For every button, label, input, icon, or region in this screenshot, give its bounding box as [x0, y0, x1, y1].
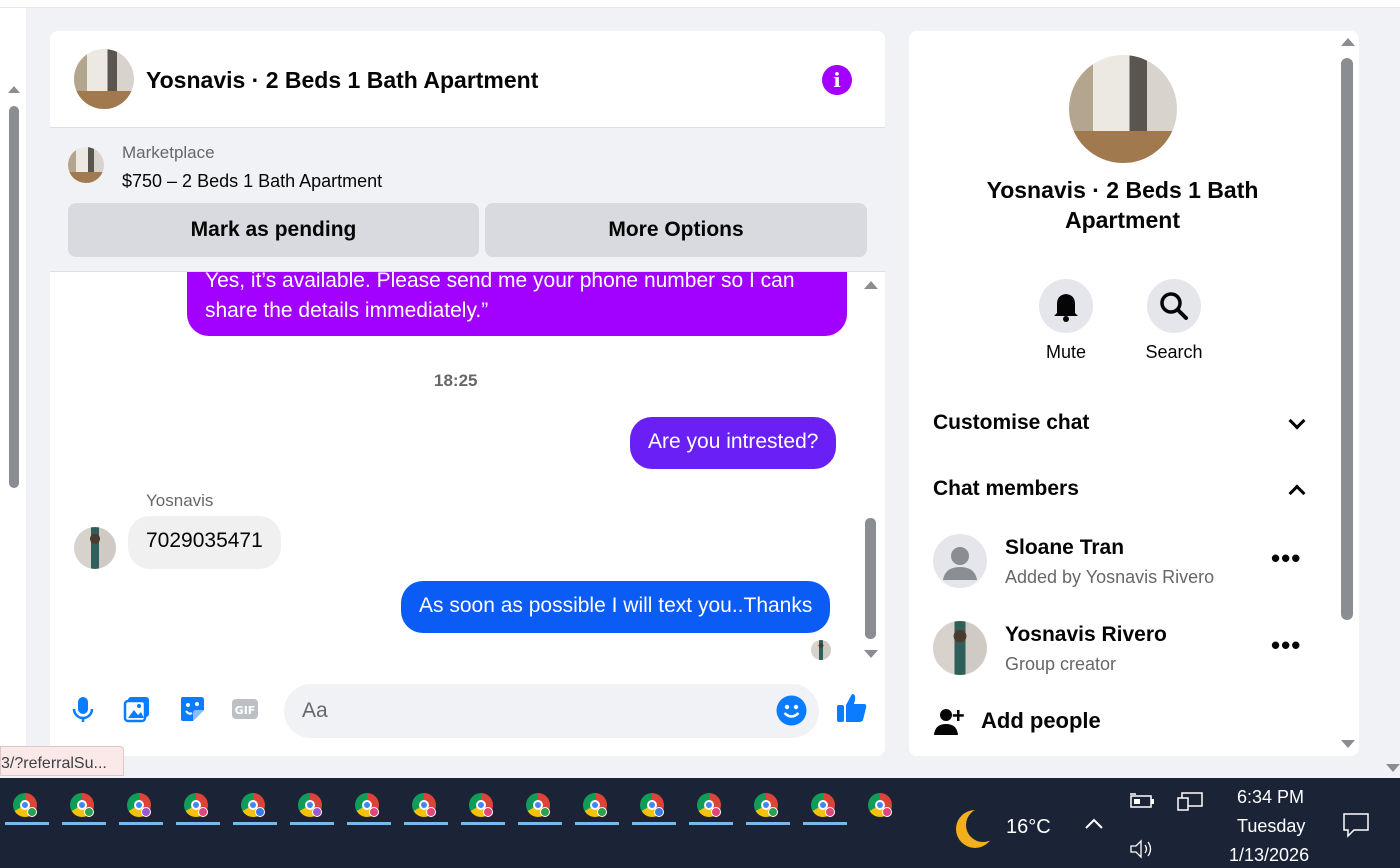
left-scrollbar-thumb[interactable] — [9, 106, 19, 488]
taskbar-chrome-window[interactable] — [119, 791, 163, 829]
taskbar-chrome-window[interactable] — [632, 791, 676, 829]
sticker-icon[interactable] — [177, 694, 207, 724]
taskbar-chrome-window[interactable] — [803, 791, 847, 829]
message-timestamp: 18:25 — [434, 371, 478, 390]
listing-price[interactable]: $750 – 2 Beds 1 Bath Apartment — [122, 171, 382, 192]
sender-avatar[interactable] — [74, 527, 116, 569]
member-name[interactable]: Sloane Tran — [1005, 536, 1124, 560]
taskbar-chrome-window[interactable] — [233, 791, 277, 829]
customise-chat-section[interactable]: Customise chat — [933, 411, 1089, 435]
details-title: Yosnavis · 2 Beds 1 Bath Apartment — [986, 177, 1259, 233]
side-scroll-down-arrow[interactable] — [1341, 740, 1355, 748]
clock-date[interactable]: 1/13/2026 — [1229, 845, 1309, 866]
member-name[interactable]: Yosnavis Rivero — [1005, 623, 1167, 647]
taskbar-chrome-window[interactable] — [575, 791, 619, 829]
messages-scroll-up-arrow[interactable] — [864, 281, 878, 289]
message-outgoing-3[interactable]: As soon as possible I will text you..Tha… — [401, 581, 831, 633]
microphone-icon[interactable] — [68, 694, 98, 724]
more-options-icon[interactable]: ••• — [1271, 630, 1301, 661]
weather-temperature[interactable]: 16°C — [1006, 816, 1051, 839]
default-avatar-icon — [933, 534, 987, 588]
sender-name: Yosnavis — [146, 491, 214, 510]
search-label: Search — [1145, 342, 1203, 362]
side-scrollbar-thumb[interactable] — [1341, 58, 1353, 620]
chat-title[interactable]: Yosnavis · 2 Beds 1 Bath Apartment — [146, 67, 538, 94]
chevron-up-icon[interactable] — [1288, 484, 1306, 502]
member-avatar — [933, 621, 987, 675]
network-icon[interactable] — [1176, 790, 1204, 812]
svg-text:GIF: GIF — [235, 704, 256, 717]
chevron-down-icon[interactable] — [1288, 412, 1306, 430]
top-strip — [0, 0, 1400, 8]
photo-icon[interactable] — [122, 694, 152, 724]
chat-window: Yosnavis · 2 Beds 1 Bath Apartment i Mar… — [50, 31, 885, 756]
listing-thumbnail[interactable] — [68, 147, 104, 183]
windows-taskbar: 16°C 6:34 PM Tuesday 1/13/2026 — [0, 778, 1400, 868]
message-incoming-1[interactable]: 7029035471 — [128, 516, 281, 569]
message-outgoing-2[interactable]: Are you intrested? — [630, 417, 837, 469]
chat-header: Yosnavis · 2 Beds 1 Bath Apartment i — [50, 31, 885, 128]
emoji-icon[interactable] — [776, 695, 807, 726]
taskbar-chrome-window[interactable] — [176, 791, 220, 829]
message-list: Yes, it’s available. Please send me your… — [50, 272, 885, 670]
side-scroll-up-arrow[interactable] — [1341, 38, 1355, 46]
mute-label: Mute — [1045, 342, 1087, 362]
taskbar-chrome-window[interactable] — [5, 791, 49, 829]
add-person-icon — [934, 709, 964, 735]
gif-icon[interactable]: GIF — [230, 694, 260, 724]
left-scroll-up-arrow[interactable] — [8, 86, 20, 93]
thumbs-up-icon[interactable] — [835, 691, 869, 725]
member-subtitle: Added by Yosnavis Rivero — [1005, 567, 1215, 587]
message-input[interactable]: Aa — [284, 684, 819, 738]
taskbar-chrome-window[interactable] — [404, 791, 448, 829]
clock-day[interactable]: Tuesday — [1237, 816, 1305, 837]
taskbar-chrome-window[interactable] — [746, 791, 790, 829]
bell-icon — [1054, 294, 1078, 322]
message-outgoing-1[interactable]: Yes, it’s available. Please send me your… — [187, 272, 847, 336]
notification-center-icon[interactable] — [1342, 812, 1370, 838]
messages-scrollbar-thumb[interactable] — [865, 518, 876, 639]
status-bar-url: 3/?referralSu... — [0, 746, 124, 776]
messages-scroll-down-arrow[interactable] — [864, 650, 878, 658]
chat-details-panel: Yosnavis · 2 Beds 1 Bath Apartment Mute … — [909, 31, 1359, 756]
battery-icon[interactable] — [1128, 790, 1156, 812]
chat-avatar[interactable] — [74, 49, 134, 109]
search-icon — [1160, 292, 1188, 320]
window-scroll-down-arrow[interactable] — [1386, 764, 1400, 772]
marketplace-label: Marketplace — [122, 143, 215, 162]
taskbar-chrome-window[interactable] — [347, 791, 391, 829]
chevron-up-icon[interactable] — [1084, 816, 1104, 830]
marketplace-banner: Marketplace $750 – 2 Beds 1 Bath Apartme… — [50, 128, 885, 272]
mark-as-pending-button[interactable]: Mark as pending — [68, 203, 479, 257]
more-options-button[interactable]: More Options — [485, 203, 867, 257]
taskbar-chrome-window[interactable] — [461, 791, 505, 829]
search-button[interactable] — [1147, 279, 1201, 333]
taskbar-chrome-window[interactable] — [689, 791, 733, 829]
taskbar-chrome-window[interactable] — [290, 791, 334, 829]
member-subtitle: Group creator — [1005, 654, 1117, 674]
group-avatar[interactable] — [1069, 55, 1177, 163]
more-options-icon[interactable]: ••• — [1271, 543, 1301, 574]
weather-moon-icon[interactable] — [966, 808, 1000, 842]
add-people-label: Add people — [981, 708, 1101, 733]
speaker-icon[interactable] — [1128, 838, 1156, 860]
mute-button[interactable] — [1039, 279, 1093, 333]
composer-bar: GIF Aa — [50, 670, 885, 756]
taskbar-chrome-window[interactable] — [518, 791, 562, 829]
info-icon[interactable]: i — [822, 65, 852, 95]
chat-members-section[interactable]: Chat members — [933, 477, 1079, 501]
read-receipt-avatar — [811, 640, 831, 660]
taskbar-chrome-window[interactable] — [62, 791, 106, 829]
clock-time[interactable]: 6:34 PM — [1237, 787, 1304, 808]
taskbar-chrome-window[interactable] — [860, 791, 900, 829]
